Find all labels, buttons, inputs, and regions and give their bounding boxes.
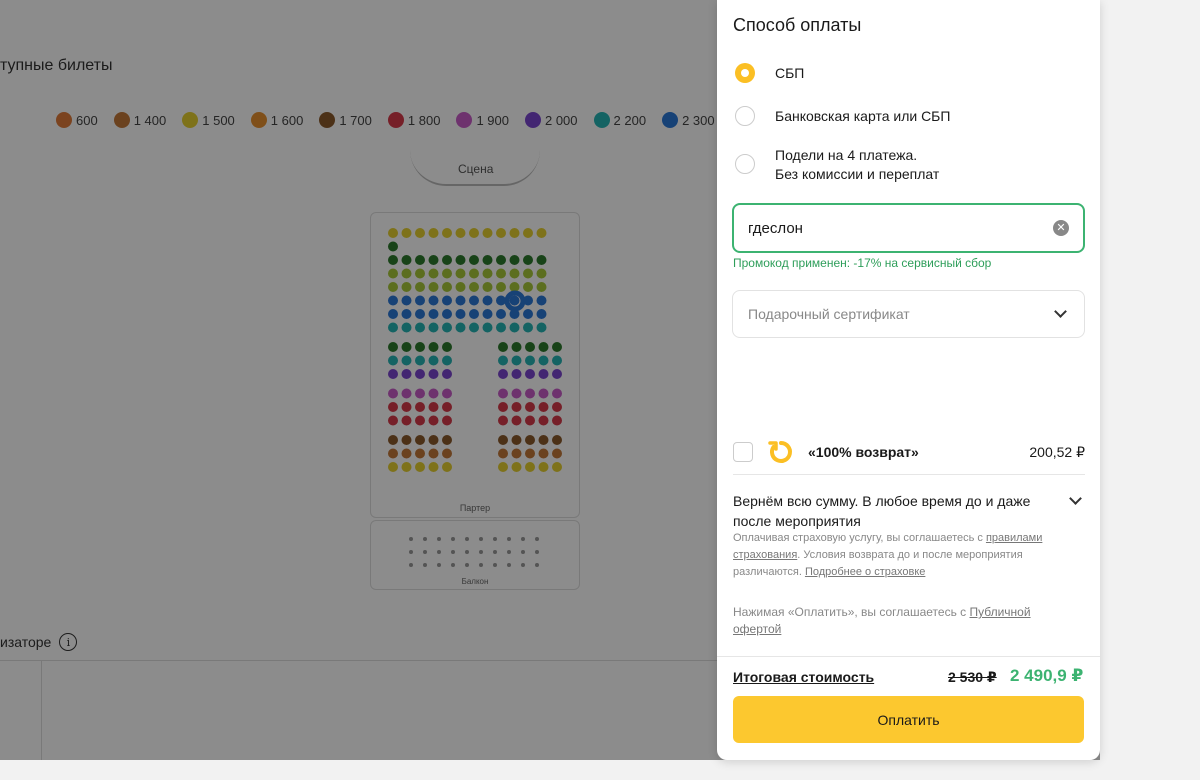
insurance-note: Оплачивая страховую услугу, вы соглашает… — [733, 530, 1073, 581]
chevron-down-icon — [1054, 305, 1067, 318]
divider — [733, 474, 1085, 475]
promo-code-field[interactable]: гдеслон ✕ — [732, 203, 1085, 253]
gift-certificate-dropdown[interactable]: Подарочный сертификат — [732, 290, 1085, 338]
total-price: 2 490,9 ₽ — [1010, 666, 1084, 685]
payment-option-installments[interactable]: Подели на 4 платежа. Без комиссии и пере… — [735, 146, 939, 184]
panel-title: Способ оплаты — [733, 15, 862, 35]
payment-panel: Способ оплаты СБП Банковская карта или С… — [717, 0, 1100, 760]
refund-checkbox[interactable] — [733, 442, 753, 462]
pay-button[interactable]: Оплатить — [733, 696, 1084, 743]
payment-option-sbp[interactable]: СБП — [735, 63, 804, 83]
payment-option-label: Подели на 4 платежа. Без комиссии и пере… — [775, 146, 939, 184]
total-label[interactable]: Итоговая стоимость — [733, 669, 874, 685]
refund-label: «100% возврат» — [808, 444, 919, 460]
payment-option-card[interactable]: Банковская карта или СБП — [735, 106, 950, 126]
divider — [717, 656, 1100, 657]
insurance-details-link[interactable]: Подробнее о страховке — [805, 566, 925, 578]
screen: тупные билеты 600 1 400 1 500 1 600 1 700 1 8… — [0, 0, 1200, 780]
gift-certificate-placeholder: Подарочный сертификат — [748, 306, 910, 322]
insurance-note-text: Оплачивая страховую услугу, вы соглашает… — [733, 532, 986, 544]
radio[interactable] — [735, 106, 755, 126]
old-price: 2 530 ₽ — [948, 669, 997, 685]
refund-arrow-icon — [768, 441, 792, 463]
radio-selected[interactable] — [735, 63, 755, 83]
promo-code-input[interactable]: гдеслон — [748, 220, 1053, 237]
offer-note-text: Нажимая «Оплатить», вы соглашаетесь с — [733, 605, 970, 619]
payment-option-label: СБП — [775, 65, 805, 81]
radio[interactable] — [735, 154, 755, 174]
refund-insurance-row[interactable]: «100% возврат» 200,52 ₽ — [733, 430, 1085, 474]
chevron-down-icon[interactable] — [1069, 492, 1082, 505]
installments-subtitle: Без комиссии и переплат — [775, 166, 940, 182]
refund-price: 200,52 ₽ — [1029, 443, 1085, 460]
payment-option-label: Банковская карта или СБП — [775, 108, 951, 124]
offer-note: Нажимая «Оплатить», вы соглашаетесь с Пу… — [733, 604, 1073, 638]
promo-success-message: Промокод применен: -17% на сервисный сбо… — [733, 256, 992, 270]
installments-title: Подели на 4 платежа. — [775, 147, 918, 163]
clear-icon[interactable]: ✕ — [1053, 220, 1069, 236]
refund-description: Вернём всю сумму. В любое время до и даж… — [733, 493, 1031, 529]
